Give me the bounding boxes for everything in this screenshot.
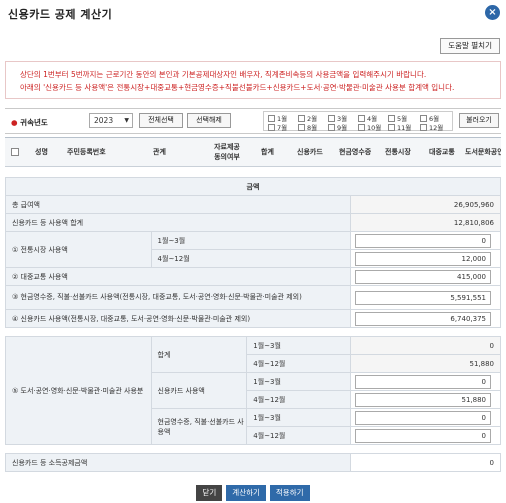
- month-checkbox-12[interactable]: 12월: [420, 122, 443, 132]
- apply-button[interactable]: 적용하기: [269, 485, 310, 501]
- culture-label: ⑤ 도서·공연·영화·신문·박물관·미술관 사용분: [5, 336, 152, 445]
- close-button[interactable]: 닫기: [196, 485, 223, 501]
- col-consent: 자료제공 동의여부: [214, 143, 240, 161]
- bullet-icon: ●: [11, 118, 18, 127]
- market-q1-label: 1월~3월: [150, 231, 351, 250]
- culture-credit-q2-label: 4월~12월: [246, 390, 351, 409]
- notice-line-1: 상단의 1번부터 5번까지는 근로기간 동안의 본인과 기본공제대상자인 배우자…: [20, 70, 427, 79]
- culture-sum-q1-label: 1월~3월: [246, 336, 351, 355]
- culture-sum-q2-value: 51,880: [349, 354, 502, 373]
- col-culture: 도서문화공연: [465, 148, 501, 156]
- month-checkbox-7[interactable]: 7월: [268, 122, 287, 132]
- culture-sum-label: 합계: [150, 336, 248, 373]
- month-checkbox-11[interactable]: 11월: [388, 122, 411, 132]
- deduction-value: 0: [349, 453, 502, 472]
- amount-header: 금액: [5, 177, 501, 196]
- culture-cash-label: 현금영수증, 직불·선불카드 사용액: [150, 408, 248, 445]
- culture-sum-q2-label: 4월~12월: [246, 354, 351, 373]
- month-checkbox-8[interactable]: 8월: [298, 122, 317, 132]
- help-toggle-button[interactable]: 도움말 펼치기: [440, 38, 500, 54]
- transit-input[interactable]: 415,000: [355, 269, 491, 284]
- deduction-summary-table: 금액 총 급여액 26,905,960 신용카드 등 사용액 합계 12,810…: [5, 177, 502, 472]
- market-q1-input[interactable]: 0: [355, 233, 491, 248]
- col-market: 전통시장: [385, 148, 411, 156]
- month-checkbox-9[interactable]: 9월: [328, 122, 347, 132]
- market-q2-input[interactable]: 12,000: [355, 251, 491, 266]
- select-all-button[interactable]: 전체선택: [139, 113, 183, 128]
- culture-cash-q2-label: 4월~12월: [246, 426, 351, 445]
- deselect-button[interactable]: 선택해제: [187, 113, 231, 128]
- culture-cash-q1-label: 1월~3월: [246, 408, 351, 427]
- culture-sum-q1-value: 0: [349, 336, 502, 355]
- month-checkbox-10[interactable]: 10월: [358, 122, 381, 132]
- transit-label: ② 대중교통 사용액: [5, 267, 351, 286]
- card-total-label: 신용카드 등 사용액 합계: [5, 213, 351, 232]
- col-cash-receipt: 현금영수증: [339, 148, 372, 156]
- filter-toolbar: ● 귀속년도 2023 ▼ 전체선택 선택해제 1월 2월 3월 4월 5월 6월…: [5, 108, 501, 134]
- culture-credit-q1-label: 1월~3월: [246, 372, 351, 391]
- credit-label: ④ 신용카드 사용액(전통시장, 대중교통, 도서·공연·영화·신문·박물관·미…: [5, 309, 351, 328]
- culture-credit-label: 신용카드 사용액: [150, 372, 248, 409]
- culture-credit-q2-input[interactable]: 51,880: [355, 392, 491, 407]
- year-label-text: 귀속년도: [20, 118, 48, 127]
- year-label: ● 귀속년도: [11, 117, 48, 128]
- col-total: 합계: [261, 148, 274, 156]
- month-checkbox-group: 1월 2월 3월 4월 5월 6월 7월 8월 9월 10월 11월 12월: [263, 111, 453, 132]
- total-salary-label: 총 급여액: [5, 195, 351, 214]
- credit-input[interactable]: 6,740,375: [355, 311, 491, 326]
- title-bar: 신용카드 공제 계산기 ×: [0, 0, 506, 26]
- col-transit: 대중교통: [429, 148, 455, 156]
- notice-line-2: 아래의 '신용카드 등 사용액'은 전통시장+대중교통+현금영수증+직불선불카드…: [20, 83, 455, 92]
- col-credit-card: 신용카드: [297, 148, 323, 156]
- card-total-value: 12,810,806: [349, 213, 502, 232]
- culture-credit-q1-input[interactable]: 0: [355, 374, 491, 389]
- window-title: 신용카드 공제 계산기: [8, 8, 113, 21]
- year-select[interactable]: 2023 ▼: [89, 113, 133, 128]
- chevron-down-icon: ▼: [124, 117, 129, 124]
- calculate-button[interactable]: 계산하기: [226, 485, 266, 501]
- market-q2-label: 4월~12월: [150, 249, 351, 268]
- load-button[interactable]: 불러오기: [459, 113, 499, 128]
- market-label: ① 전통시장 사용액: [5, 231, 152, 268]
- year-value: 2023: [94, 116, 114, 125]
- col-resident-number: 주민등록번호: [67, 148, 106, 156]
- col-relation: 관계: [153, 148, 166, 156]
- family-grid-header: 성명 주민등록번호 관계 자료제공 동의여부 합계 신용카드 현금영수증 전통시…: [5, 137, 501, 167]
- notice-box: 상단의 1번부터 5번까지는 근로기간 동안의 본인과 기본공제대상자인 배우자…: [5, 61, 501, 99]
- action-bar: 닫기 계산하기 적용하기: [0, 485, 506, 501]
- cash-input[interactable]: 5,591,551: [355, 290, 491, 305]
- cash-label: ③ 현금영수증, 직불·선불카드 사용액(전통시장, 대중교통, 도서·공연·영…: [5, 285, 351, 310]
- col-name: 성명: [35, 148, 48, 156]
- total-salary-value: 26,905,960: [349, 195, 502, 214]
- deduction-label: 신용카드 등 소득공제금액: [5, 453, 351, 472]
- culture-cash-q2-input[interactable]: 0: [355, 428, 491, 443]
- close-icon[interactable]: ×: [485, 5, 500, 20]
- culture-cash-q1-input[interactable]: 0: [355, 410, 491, 425]
- select-all-checkbox[interactable]: [11, 148, 19, 156]
